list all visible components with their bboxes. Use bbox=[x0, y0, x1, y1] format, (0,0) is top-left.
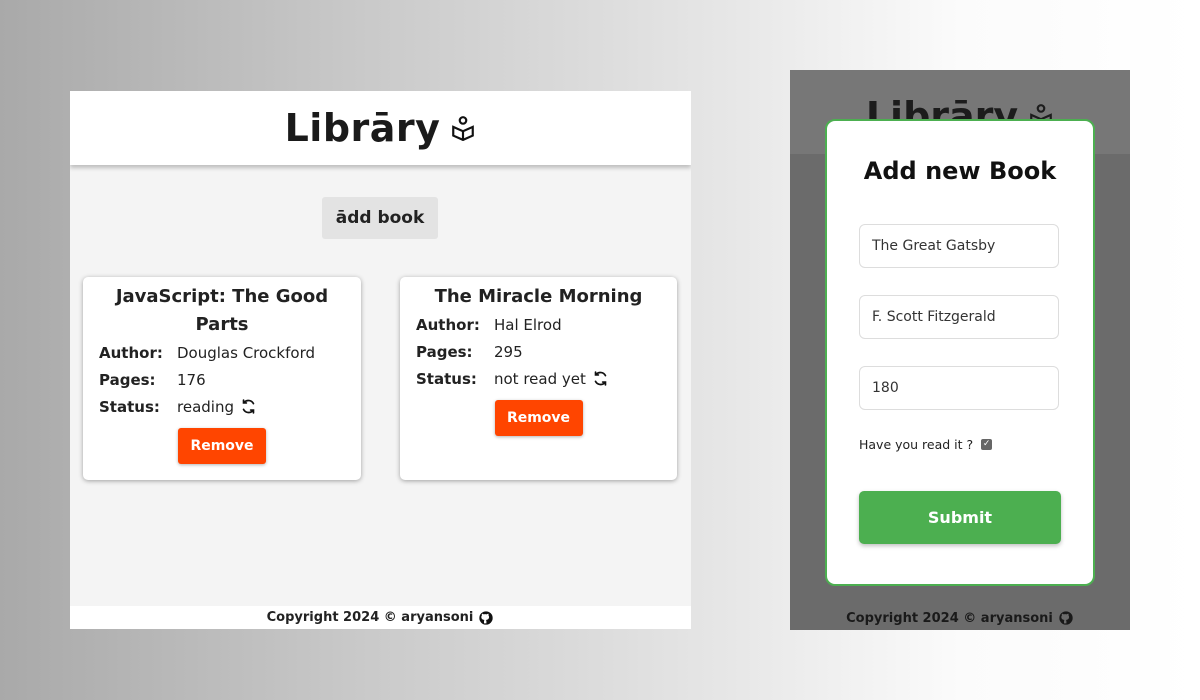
status-label: Status: bbox=[99, 397, 160, 416]
pages-row: Pages: 176 bbox=[99, 366, 361, 393]
status-value-wrap: not read yet bbox=[494, 370, 609, 388]
author-value: Douglas Crockford bbox=[177, 343, 316, 362]
status-row: Status: reading bbox=[99, 393, 361, 420]
sync-icon[interactable] bbox=[592, 370, 609, 387]
read-checkbox-row: Have you read it ? ✓ bbox=[859, 437, 993, 452]
status-value: reading bbox=[177, 397, 234, 416]
remove-button[interactable]: Remove bbox=[494, 400, 583, 436]
pages-label: Pages: bbox=[99, 370, 156, 389]
modal-screen: Librāry Copyright 2024 © aryansoni Add n… bbox=[790, 70, 1130, 630]
book-card: JavaScript: The Good Parts Author: Dougl… bbox=[83, 277, 361, 480]
book-title: The Miracle Morning bbox=[434, 286, 643, 307]
modal-title: Add new Book bbox=[863, 157, 1057, 185]
pages-row: Pages: 295 bbox=[416, 338, 677, 365]
author-row: Author: Hal Elrod bbox=[416, 311, 677, 338]
author-value: Hal Elrod bbox=[494, 315, 562, 334]
sync-icon[interactable] bbox=[240, 398, 257, 415]
page-title: Librāry bbox=[284, 106, 441, 150]
submit-button[interactable]: Submit bbox=[859, 491, 1061, 544]
copyright-text: Copyright 2024 © aryansoni bbox=[266, 610, 474, 625]
copyright-text-dimmed: Copyright 2024 © aryansoni bbox=[846, 610, 1053, 626]
library-page: Librāry ādd book JavaScript: The Good Pa… bbox=[70, 91, 691, 629]
title-input[interactable]: The Great Gatsby bbox=[859, 224, 1059, 268]
author-row: Author: Douglas Crockford bbox=[99, 339, 361, 366]
author-label: Author: bbox=[416, 315, 480, 334]
remove-button[interactable]: Remove bbox=[178, 428, 266, 464]
page-header: Librāry bbox=[70, 91, 691, 165]
read-checkbox[interactable]: ✓ bbox=[981, 439, 993, 450]
pages-input[interactable]: 180 bbox=[859, 366, 1059, 410]
status-value: not read yet bbox=[494, 369, 586, 388]
status-row: Status: not read yet bbox=[416, 365, 677, 392]
book-reader-icon bbox=[452, 116, 475, 141]
read-label: Have you read it ? bbox=[859, 437, 974, 452]
pages-label: Pages: bbox=[416, 342, 473, 361]
github-icon[interactable] bbox=[478, 610, 494, 626]
status-value-wrap: reading bbox=[177, 398, 257, 416]
status-label: Status: bbox=[416, 369, 477, 388]
github-icon bbox=[1059, 611, 1073, 625]
pages-value: 295 bbox=[494, 342, 523, 361]
book-title: JavaScript: The Good Parts bbox=[115, 286, 329, 335]
book-card: The Miracle Morning Author: Hal Elrod Pa… bbox=[400, 277, 677, 480]
author-input[interactable]: F. Scott Fitzgerald bbox=[859, 295, 1059, 339]
add-book-button[interactable]: ādd book bbox=[322, 197, 438, 239]
pages-value: 176 bbox=[177, 370, 206, 389]
page-footer: Copyright 2024 © aryansoni bbox=[70, 606, 691, 629]
add-book-modal: Add new Book The Great Gatsby F. Scott F… bbox=[825, 119, 1095, 586]
page-footer-dimmed: Copyright 2024 © aryansoni bbox=[790, 606, 1130, 630]
author-label: Author: bbox=[99, 343, 163, 362]
